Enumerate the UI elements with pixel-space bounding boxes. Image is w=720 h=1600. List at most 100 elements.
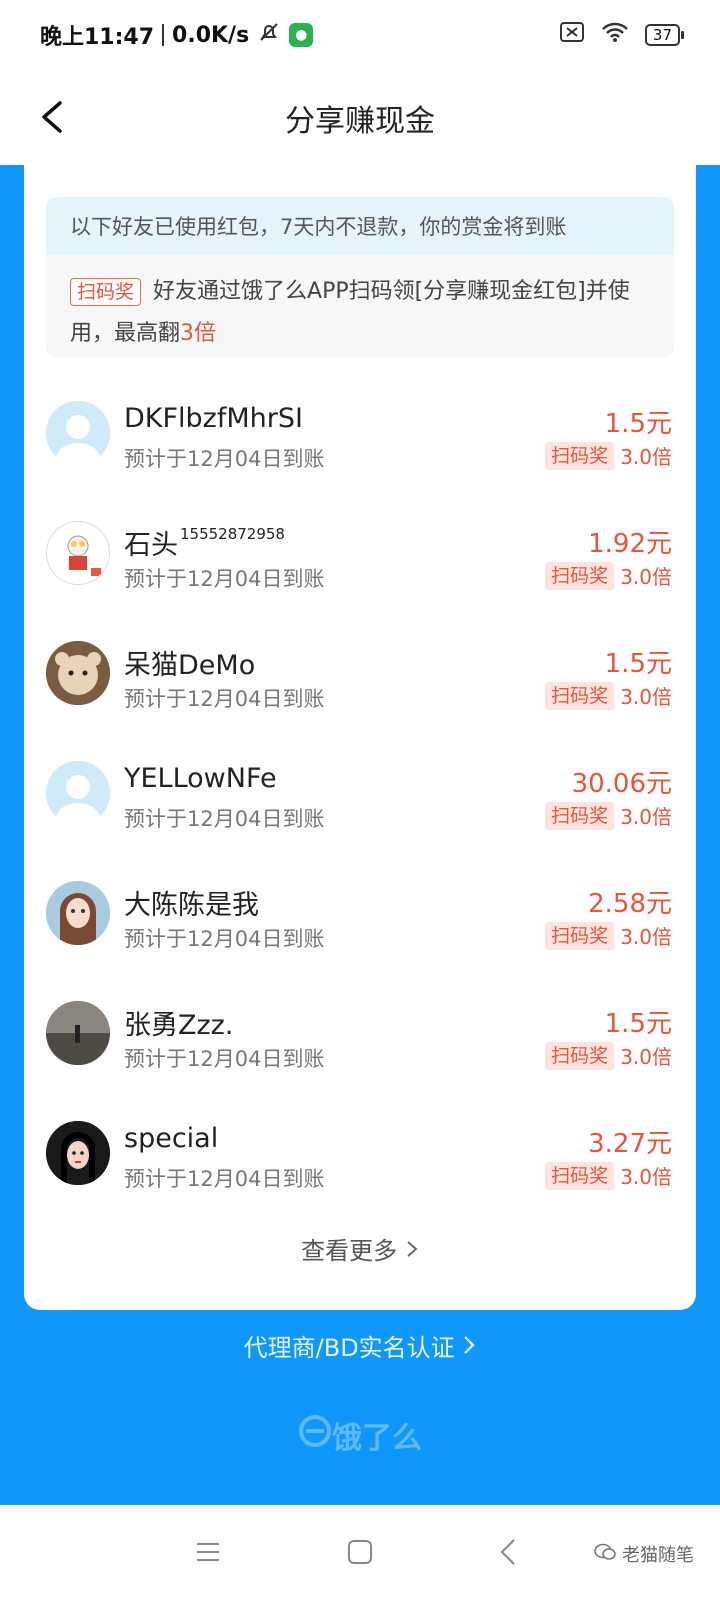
list-item[interactable]: 石头 15552872958 预计于12月04日到账 1.92元 扫码奖 3.0倍 bbox=[24, 515, 696, 615]
system-nav-bar: 老猫随笔 bbox=[0, 1505, 720, 1600]
watermark: 老猫随笔 bbox=[594, 1541, 694, 1567]
scan-reward-badge: 扫码奖 bbox=[545, 921, 615, 950]
wechat-channel-icon bbox=[594, 1543, 616, 1566]
avatar bbox=[46, 521, 110, 585]
friend-name-text: DKFlbzfMhrSI bbox=[124, 403, 303, 434]
chevron-right-icon bbox=[462, 1334, 476, 1362]
chevron-right-icon bbox=[405, 1237, 419, 1265]
eta-text: 预计于12月04日到账 bbox=[124, 927, 325, 951]
scan-reward-badge: 扫码奖 bbox=[545, 681, 615, 710]
reward-badge: 扫码奖 3.0倍 bbox=[545, 681, 672, 710]
back-triangle-icon bbox=[500, 1539, 515, 1565]
menu-button[interactable] bbox=[188, 1535, 228, 1569]
eta-text: 预计于12月04日到账 bbox=[124, 1047, 325, 1071]
status-bar: 晚上11:47 0.0K/s ● 37 bbox=[0, 0, 720, 70]
eta-text: 预计于12月04日到账 bbox=[124, 807, 325, 831]
friend-name-text: YELLowNFe bbox=[124, 763, 277, 794]
list-item[interactable]: YELLowNFe 预计于12月04日到账 30.06元 扫码奖 3.0倍 bbox=[24, 755, 696, 855]
reward-amount: 1.5元 bbox=[604, 1009, 672, 1039]
list-item[interactable]: 呆猫DeMo 预计于12月04日到账 1.5元 扫码奖 3.0倍 bbox=[24, 635, 696, 735]
reward-amount: 3.27元 bbox=[588, 1129, 672, 1159]
scan-reward-badge: 扫码奖 bbox=[545, 561, 615, 590]
friend-name: 张勇Zzz. bbox=[124, 1003, 233, 1042]
reward-badge: 扫码奖 3.0倍 bbox=[545, 561, 672, 590]
avatar bbox=[46, 1121, 110, 1185]
friend-name: 大陈陈是我 bbox=[124, 883, 259, 922]
status-right: 37 bbox=[559, 21, 685, 49]
reward-badge: 扫码奖 3.0倍 bbox=[545, 1041, 672, 1070]
list-item[interactable]: special 预计于12月04日到账 3.27元 扫码奖 3.0倍 bbox=[24, 1115, 696, 1215]
reward-amount: 2.58元 bbox=[588, 889, 672, 919]
friend-name: YELLowNFe bbox=[124, 763, 277, 794]
scan-reward-badge: 扫码奖 bbox=[545, 1041, 615, 1070]
wechat-icon: ● bbox=[289, 23, 314, 47]
multiplier: 3.0倍 bbox=[620, 1045, 672, 1069]
eleme-logo: 饿了么 bbox=[280, 1405, 440, 1465]
home-button[interactable] bbox=[340, 1535, 380, 1569]
watermark-text: 老猫随笔 bbox=[622, 1545, 694, 1566]
see-more-label: 查看更多 bbox=[301, 1237, 398, 1265]
notice-text: 以下好友已使用红包，7天内不退款，你的赏金将到账 bbox=[46, 197, 674, 255]
reward-amount: 1.5元 bbox=[604, 649, 672, 679]
page-title: 分享赚现金 bbox=[285, 103, 435, 139]
friend-phone: 15552872958 bbox=[180, 525, 285, 543]
reward-badge: 扫码奖 3.0倍 bbox=[545, 921, 672, 950]
agent-link-label: 代理商/BD实名认证 bbox=[243, 1334, 455, 1362]
scan-reward-badge: 扫码奖 bbox=[545, 441, 615, 470]
status-left: 晚上11:47 0.0K/s ● bbox=[40, 19, 314, 51]
friend-name: DKFlbzfMhrSI bbox=[124, 403, 303, 434]
list-item[interactable]: 大陈陈是我 预计于12月04日到账 2.58元 扫码奖 3.0倍 bbox=[24, 875, 696, 975]
no-sim-icon bbox=[559, 21, 585, 49]
reward-amount: 1.5元 bbox=[604, 409, 672, 439]
eta-text: 预计于12月04日到账 bbox=[124, 687, 325, 711]
eta-text: 预计于12月04日到账 bbox=[124, 1167, 325, 1191]
friend-name: special bbox=[124, 1123, 218, 1154]
multiplier: 3.0倍 bbox=[620, 1165, 672, 1189]
friend-name: 石头 15552872958 bbox=[124, 523, 285, 562]
mute-bell-icon bbox=[257, 20, 281, 50]
brand-text: 饿了么 bbox=[332, 1421, 422, 1456]
status-divider bbox=[162, 24, 165, 46]
info-box: 以下好友已使用红包，7天内不退款，你的赏金将到账 扫码奖 好友通过饿了么APP扫码… bbox=[46, 197, 674, 357]
list-item[interactable]: 张勇Zzz. 预计于12月04日到账 1.5元 扫码奖 3.0倍 bbox=[24, 995, 696, 1095]
avatar bbox=[46, 641, 110, 705]
menu-icon bbox=[197, 1543, 219, 1561]
list-item[interactable]: DKFlbzfMhrSI 预计于12月04日到账 1.5元 扫码奖 3.0倍 bbox=[24, 395, 696, 495]
scan-reward-badge: 扫码奖 bbox=[545, 801, 615, 830]
reward-amount: 1.92元 bbox=[588, 529, 672, 559]
logo-e-icon bbox=[298, 1414, 332, 1456]
info-desc-text: 好友通过饿了么APP扫码领[分享赚现金红包]并使用，最高翻 bbox=[70, 279, 630, 346]
multiplier: 3.0倍 bbox=[620, 445, 672, 469]
friends-card: 以下好友已使用红包，7天内不退款，你的赏金将到账 扫码奖 好友通过饿了么APP扫码… bbox=[24, 165, 696, 1310]
net-speed: 0.0K/s bbox=[172, 22, 250, 48]
wifi-icon bbox=[601, 21, 629, 49]
friend-name-text: 石头 bbox=[124, 530, 178, 561]
eta-text: 预计于12月04日到账 bbox=[124, 567, 325, 591]
see-more-link[interactable]: 查看更多 bbox=[24, 1231, 696, 1266]
multiplier: 3.0倍 bbox=[620, 685, 672, 709]
scan-reward-tag: 扫码奖 bbox=[70, 278, 142, 306]
reward-badge: 扫码奖 3.0倍 bbox=[545, 1161, 672, 1190]
reward-badge: 扫码奖 3.0倍 bbox=[545, 801, 672, 830]
avatar bbox=[46, 881, 110, 945]
friend-name-text: 呆猫DeMo bbox=[124, 650, 256, 681]
agent-verification-link[interactable]: 代理商/BD实名认证 bbox=[0, 1328, 720, 1363]
multiplier: 3.0倍 bbox=[620, 925, 672, 949]
friend-name-text: 张勇Zzz. bbox=[124, 1010, 234, 1041]
back-button[interactable] bbox=[32, 92, 72, 142]
info-desc-highlight: 3倍 bbox=[180, 321, 217, 346]
top-nav: 分享赚现金 bbox=[0, 70, 720, 165]
friend-name: 呆猫DeMo bbox=[124, 643, 255, 682]
scan-reward-badge: 扫码奖 bbox=[545, 1161, 615, 1190]
status-time: 晚上11:47 bbox=[40, 25, 155, 50]
friend-name-text: special bbox=[124, 1123, 219, 1154]
friend-name-text: 大陈陈是我 bbox=[124, 890, 259, 921]
home-square-icon bbox=[348, 1540, 372, 1564]
info-description: 扫码奖 好友通过饿了么APP扫码领[分享赚现金红包]并使用，最高翻3倍 bbox=[46, 255, 674, 355]
reward-badge: 扫码奖 3.0倍 bbox=[545, 441, 672, 470]
avatar bbox=[46, 401, 110, 465]
multiplier: 3.0倍 bbox=[620, 565, 672, 589]
back-arrow-icon bbox=[42, 101, 62, 133]
system-back-button[interactable] bbox=[488, 1535, 528, 1569]
reward-amount: 30.06元 bbox=[571, 769, 672, 799]
